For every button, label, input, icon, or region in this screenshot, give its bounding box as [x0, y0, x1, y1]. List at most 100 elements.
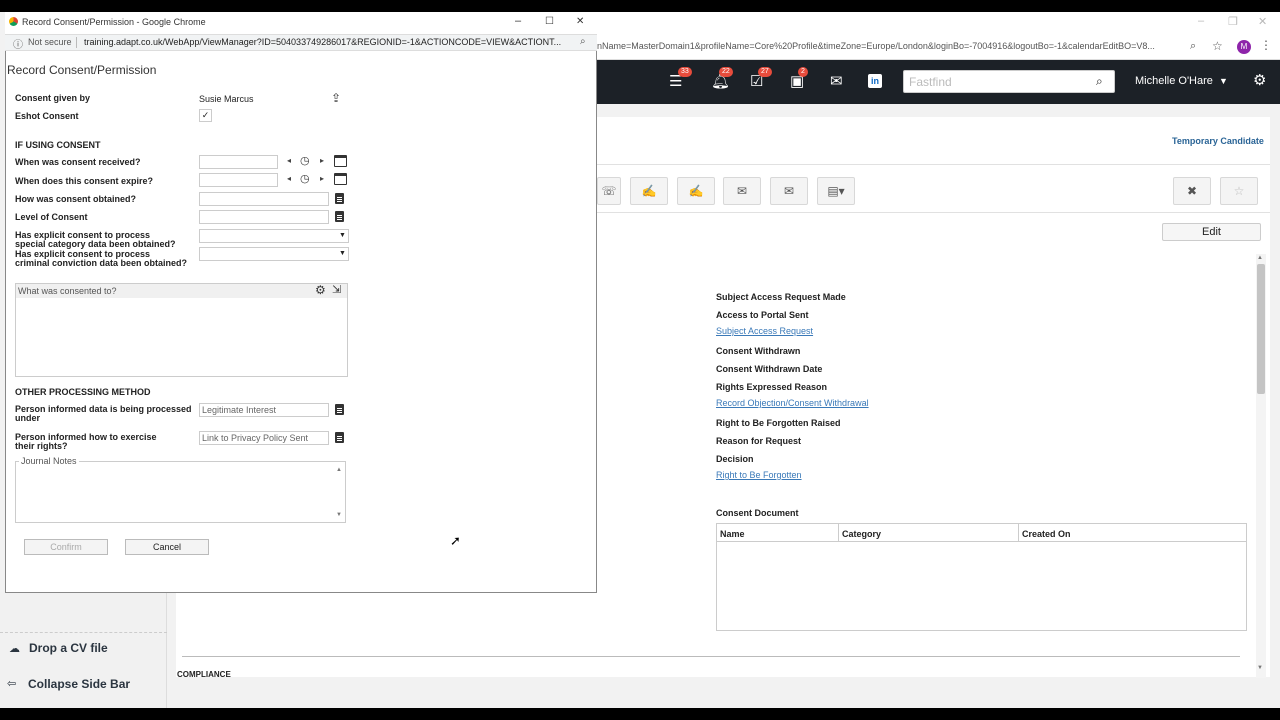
chevron-down-icon[interactable]: ▼ [1219, 76, 1228, 86]
next-arrow-icon[interactable]: ▸ [316, 155, 328, 167]
informed-processed-input[interactable]: Legitimate Interest [199, 403, 329, 417]
consent-given-by-value: Susie Marcus [199, 94, 254, 104]
journal-notes-textarea[interactable] [15, 461, 346, 523]
temporary-candidate-label[interactable]: Temporary Candidate [1172, 136, 1264, 146]
when-received-date-input[interactable] [199, 155, 278, 169]
background-titlebar [597, 12, 1280, 36]
toolbar-action-3[interactable]: ✍ [677, 177, 715, 205]
column-header-created-on[interactable]: Created On [1022, 529, 1071, 539]
how-obtained-input[interactable] [199, 192, 329, 206]
prev-arrow-icon[interactable]: ◂ [283, 155, 295, 167]
rights-expressed-reason-label: Rights Expressed Reason [716, 382, 828, 392]
access-to-portal-sent-label: Access to Portal Sent [716, 310, 809, 320]
close-record-icon[interactable]: ✖ [1173, 177, 1211, 205]
when-expire-date-input[interactable] [199, 173, 278, 187]
column-header-category[interactable]: Category [842, 529, 881, 539]
fastfind-placeholder: Fastfind [909, 75, 952, 89]
informed-processed-label-line1: Person informed data is being processed [15, 404, 192, 414]
dropdown-arrow-icon[interactable]: ▼ [339, 250, 346, 257]
criminal-conviction-select[interactable] [199, 247, 349, 261]
criminal-conviction-label-line2: criminal conviction data been obtained? [15, 258, 188, 268]
toolbar-action-2[interactable]: ✍ [630, 177, 668, 205]
collapse-sidebar-button[interactable]: Collapse Side Bar [28, 677, 130, 691]
clock-icon[interactable]: ◷ [300, 155, 310, 167]
share-icon[interactable]: ⇪ [331, 91, 341, 105]
document-lookup-icon[interactable] [335, 432, 344, 443]
document-lookup-icon[interactable] [335, 193, 344, 204]
bell-badge: 22 [719, 67, 733, 77]
right-to-be-forgotten-link[interactable]: Right to Be Forgotten [716, 470, 802, 480]
informed-processed-label-line2: under [15, 413, 41, 423]
scroll-up-icon[interactable]: ▲ [336, 467, 342, 473]
star-icon[interactable]: ☆ [1212, 39, 1223, 53]
user-menu[interactable]: Michelle O'Hare [1135, 75, 1213, 87]
edit-button[interactable]: Edit [1162, 223, 1261, 241]
journal-notes-label: Journal Notes [19, 456, 79, 466]
expand-icon[interactable]: ⇲ [332, 283, 341, 296]
toolbar-action-1[interactable]: ☏ [597, 177, 621, 205]
other-processing-heading: OTHER PROCESSING METHOD [15, 387, 151, 397]
prev-arrow-icon[interactable]: ◂ [283, 173, 295, 185]
maximize-icon[interactable]: ❐ [1228, 15, 1238, 28]
section-divider [182, 656, 1240, 657]
not-secure-label: Not secure [28, 37, 72, 47]
special-category-select[interactable] [199, 229, 349, 243]
scroll-up-icon[interactable]: ▲ [1257, 255, 1263, 261]
document-lookup-icon[interactable] [335, 404, 344, 415]
mail-icon[interactable]: ✉ [830, 72, 843, 90]
confirm-button[interactable]: Confirm [24, 539, 108, 555]
favourite-star-icon[interactable]: ☆ [1220, 177, 1258, 205]
eshot-consent-checkbox[interactable]: ✓ [199, 109, 212, 122]
cancel-button[interactable]: Cancel [125, 539, 209, 555]
consent-given-by-label: Consent given by [15, 93, 91, 103]
popup-minimize-icon[interactable]: – [515, 15, 521, 27]
toolbar-dropdown[interactable]: ▤▾ [817, 177, 855, 205]
decision-label: Decision [716, 454, 754, 464]
gear-icon[interactable]: ⚙ [1253, 71, 1266, 89]
level-of-consent-input[interactable] [199, 210, 329, 224]
url-separator [76, 37, 77, 48]
drop-cv-button[interactable]: Drop a CV file [29, 641, 108, 655]
minimize-icon[interactable]: – [1198, 15, 1204, 27]
chrome-menu-icon[interactable]: ⋮ [1260, 38, 1272, 52]
record-objection-link[interactable]: Record Objection/Consent Withdrawal [716, 398, 869, 408]
scrollbar-thumb[interactable] [1257, 264, 1265, 394]
document-lookup-icon[interactable] [335, 211, 344, 222]
toolbar-action-4[interactable]: ✉ [723, 177, 761, 205]
clock-icon[interactable]: ◷ [300, 173, 310, 185]
search-icon[interactable]: ⌕ [1096, 74, 1103, 89]
how-obtained-label: How was consent obtained? [15, 194, 137, 204]
calendar-icon[interactable] [334, 155, 347, 167]
scroll-down-icon[interactable]: ▼ [1257, 665, 1263, 671]
mouse-cursor-icon: ➚ [450, 533, 461, 548]
subject-access-request-made-label: Subject Access Request Made [716, 292, 846, 302]
toolbar-action-5[interactable]: ✉ [770, 177, 808, 205]
subject-access-request-link[interactable]: Subject Access Request [716, 326, 813, 336]
column-header-name[interactable]: Name [720, 529, 745, 539]
chrome-logo-icon [9, 17, 18, 26]
form-title: Record Consent/Permission [7, 63, 157, 77]
zoom-icon[interactable]: ⌕ [1190, 40, 1196, 53]
eshot-consent-label: Eshot Consent [15, 111, 79, 121]
tasks-badge: 27 [758, 67, 772, 77]
popup-maximize-icon[interactable]: ☐ [545, 16, 554, 27]
popup-window-title: Record Consent/Permission - Google Chrom… [22, 17, 206, 27]
close-icon[interactable]: ✕ [1258, 15, 1267, 28]
informed-rights-input[interactable]: Link to Privacy Policy Sent [199, 431, 329, 445]
popup-close-icon[interactable]: ✕ [576, 16, 584, 27]
profile-avatar[interactable]: M [1237, 40, 1251, 54]
consent-withdrawn-date-label: Consent Withdrawn Date [716, 364, 823, 374]
popup-zoom-icon[interactable]: ⌕ [580, 36, 586, 47]
settings-gear-icon[interactable]: ⚙ [315, 283, 326, 297]
informed-rights-label-line2: their rights? [15, 441, 68, 451]
linkedin-icon[interactable]: in [868, 74, 882, 88]
next-arrow-icon[interactable]: ▸ [316, 173, 328, 185]
info-icon[interactable]: ⓘ [13, 36, 23, 51]
calendar-icon[interactable] [334, 173, 347, 185]
dropdown-arrow-icon[interactable]: ▼ [339, 232, 346, 239]
scroll-down-icon[interactable]: ▼ [336, 512, 342, 518]
when-expire-label: When does this consent expire? [15, 176, 154, 186]
col-divider [838, 524, 839, 542]
level-of-consent-label: Level of Consent [15, 212, 88, 222]
col-divider [1018, 524, 1019, 542]
